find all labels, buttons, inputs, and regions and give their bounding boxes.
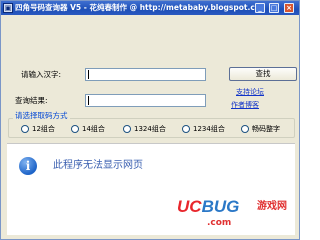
watermark-text: 游戏网 xyxy=(257,201,287,212)
radio-label: 1234组合 xyxy=(193,125,225,133)
radio-button[interactable] xyxy=(71,125,79,133)
title-bar[interactable]: ▣ 四角号码查询器 V5 - 花纯春制作 @ http://metababy.b… xyxy=(1,1,299,15)
options-group-title: 请选择取码方式 xyxy=(13,111,70,121)
input-label: 请输入汉字: xyxy=(21,70,62,79)
radio-label: 1324组合 xyxy=(134,125,166,133)
window-title: 四角号码查询器 V5 - 花纯春制作 @ http://metababy.blo… xyxy=(15,3,255,12)
radio-button[interactable] xyxy=(21,125,29,133)
result-label: 查询结果: xyxy=(15,96,48,105)
text-caret xyxy=(88,96,89,105)
app-icon[interactable]: ▣ xyxy=(3,3,13,13)
info-icon: i xyxy=(19,157,37,175)
watermark-domain: .com xyxy=(207,218,232,228)
site-watermark: UCBUG 游戏网 .com xyxy=(177,197,297,237)
radio-label: 12组合 xyxy=(32,125,55,133)
maximize-button[interactable]: □ xyxy=(269,3,279,13)
radio-button[interactable] xyxy=(123,125,131,133)
support-forum-link[interactable]: 支持论坛 xyxy=(236,87,264,97)
radio-label: 畅码整字 xyxy=(252,125,280,133)
radio-button[interactable] xyxy=(241,125,249,133)
minimize-button[interactable]: _ xyxy=(255,3,265,13)
radio-label: 14组合 xyxy=(82,125,105,133)
hanzi-input[interactable] xyxy=(85,68,206,81)
app-window: ▣ 四角号码查询器 V5 - 花纯春制作 @ http://metababy.b… xyxy=(0,0,300,240)
radio-button[interactable] xyxy=(182,125,190,133)
author-blog-link[interactable]: 作者博客 xyxy=(231,100,259,110)
search-button[interactable]: 查找 xyxy=(229,67,297,81)
text-caret xyxy=(88,70,89,79)
browser-error-message: 此程序无法显示网页 xyxy=(53,160,143,171)
close-button[interactable]: × xyxy=(284,3,294,13)
watermark-logo: UCBUG xyxy=(177,197,240,216)
result-field[interactable] xyxy=(85,94,206,107)
